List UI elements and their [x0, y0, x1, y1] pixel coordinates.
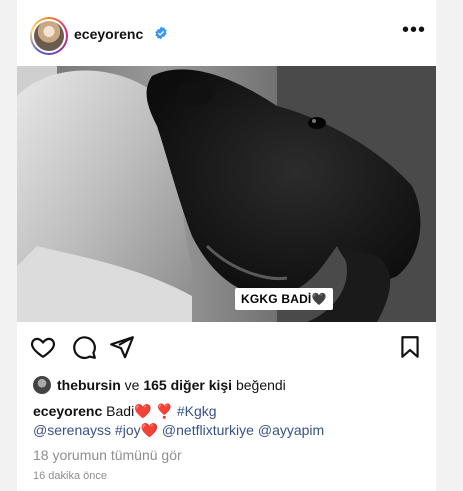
heart-emoji-2: ❤️ [140, 422, 159, 438]
caption-username[interactable]: eceyorenc [33, 403, 102, 419]
more-icon[interactable]: ••• [402, 20, 426, 40]
username[interactable]: eceyorenc [74, 26, 143, 42]
post-caption: eceyorenc Badi❤️ ❣️ #Kgkg @serenayss #jo… [33, 402, 428, 440]
likes-suffix: beğendi [232, 377, 286, 393]
heart-icon[interactable] [30, 334, 56, 360]
post-image[interactable]: KGKG BADİ🖤 [17, 66, 436, 322]
likes-count[interactable]: 165 diğer kişi [143, 377, 232, 393]
hashtag-kgkg[interactable]: #Kgkg [177, 403, 217, 419]
view-all-comments-link[interactable]: 18 yorumun tümünü gör [33, 447, 182, 463]
heart-exclamation-emoji: ❣️ [151, 403, 177, 419]
avatar[interactable] [30, 17, 68, 55]
mention-ayyapim[interactable]: @ayyapim [254, 422, 324, 438]
mention-netflixturkiye[interactable]: @netflixturkiye [158, 422, 254, 438]
instagram-post: eceyorenc ••• KGKG BADİ🖤 thebursin ve 16… [17, 0, 436, 491]
likes-line[interactable]: thebursin ve 165 diğer kişi beğendi [33, 376, 286, 394]
photo-illustration [17, 66, 436, 322]
post-timestamp: 16 dakika önce [33, 470, 107, 482]
bookmark-icon[interactable] [397, 334, 423, 360]
verified-icon [155, 26, 167, 40]
action-bar [17, 332, 436, 364]
share-icon[interactable] [109, 334, 135, 360]
liker-username[interactable]: thebursin [57, 377, 121, 393]
post-header: eceyorenc ••• [17, 14, 436, 58]
caption-text: Badi [102, 403, 135, 419]
hashtag-joy[interactable]: #joy [111, 422, 141, 438]
likes-connector: ve [120, 377, 144, 393]
story-sticker: KGKG BADİ🖤 [235, 288, 333, 310]
comment-icon[interactable] [71, 334, 97, 360]
mention-serenayss[interactable]: @serenayss [33, 422, 111, 438]
liker-avatar[interactable] [33, 376, 51, 394]
heart-emoji: ❤️ [134, 403, 152, 419]
